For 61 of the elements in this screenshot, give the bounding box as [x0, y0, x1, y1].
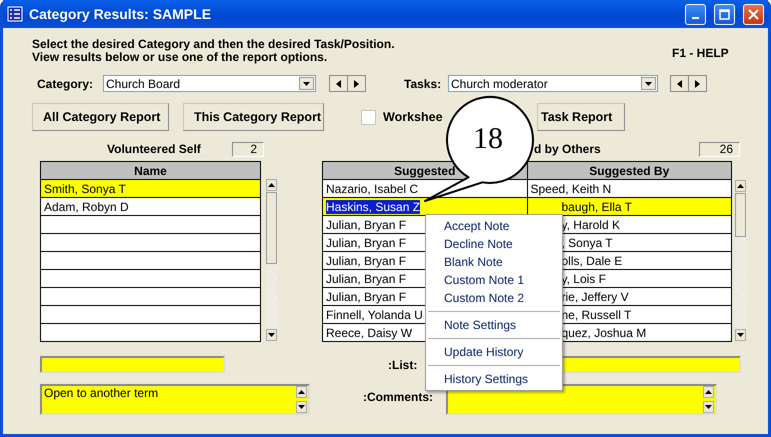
volunteered-self-label: Volunteered Self — [107, 142, 202, 156]
column-header: Suggested By — [527, 162, 732, 180]
comments-label: :Comments: — [363, 390, 434, 404]
list-field[interactable] — [40, 356, 225, 373]
report-button[interactable]: All Category Report — [32, 103, 169, 131]
category-dropdown[interactable]: Church Board — [103, 75, 316, 92]
close-button[interactable] — [743, 4, 764, 24]
scroll-up-button[interactable] — [703, 386, 714, 398]
scrollbar-thumb[interactable] — [735, 193, 746, 237]
table-cell[interactable]: Speed, Keith N — [527, 180, 732, 198]
scroll-down-button[interactable] — [296, 401, 307, 413]
down-arrow-icon — [737, 333, 744, 337]
instructions-text: Select the desired Category and then the desired Task/Position. View results below or use one of the report options. — [32, 38, 396, 64]
minimize-icon — [692, 17, 699, 19]
close-icon — [748, 8, 759, 20]
scroll-up-button[interactable] — [296, 386, 307, 398]
volunteered-count: 2 — [232, 142, 264, 156]
scroll-down-button[interactable] — [703, 401, 714, 413]
up-arrow-icon — [298, 390, 305, 394]
scroll-down-button[interactable] — [735, 329, 746, 341]
scroll-up-button[interactable] — [735, 180, 746, 192]
up-arrow-icon — [705, 390, 712, 394]
window-title: Category Results: SAMPLE — [29, 6, 212, 22]
comments-field[interactable]: Open to another term — [40, 384, 310, 415]
down-arrow-icon — [298, 405, 305, 409]
maximize-icon — [719, 8, 730, 20]
right-arrow-icon — [695, 80, 700, 88]
table-cell[interactable]: Adam, Robyn D — [40, 198, 260, 216]
menu-item[interactable]: Update History — [426, 343, 562, 361]
report-button[interactable]: This Category Report — [183, 103, 324, 131]
left-arrow-icon — [336, 80, 341, 88]
scrollbar-thumb[interactable] — [266, 192, 277, 264]
table-cell[interactable]: baugh, Ella T — [527, 198, 732, 216]
down-arrow-icon — [705, 405, 712, 409]
worksheet-checkbox[interactable] — [361, 110, 376, 124]
up-arrow-icon — [737, 184, 744, 188]
scroll-down-button[interactable] — [266, 329, 277, 341]
task-report-button[interactable]: Task Report — [537, 103, 625, 131]
column-header: Name — [40, 162, 260, 180]
help-hint: F1 - HELP — [672, 46, 729, 60]
category-label: Category: — [37, 76, 94, 90]
suggested-by-others-label: d by Others — [534, 142, 602, 156]
minimize-button[interactable] — [685, 4, 706, 24]
left-arrow-icon — [677, 80, 682, 88]
worksheet-label: Workshee — [383, 110, 443, 124]
dropdown-arrow-icon — [645, 82, 652, 86]
right-arrow-icon — [354, 80, 359, 88]
comments-value-field[interactable] — [446, 384, 717, 415]
list-label: :List: — [388, 358, 418, 372]
scroll-up-button[interactable] — [266, 179, 277, 191]
tasks-dropdown[interactable]: Church moderator — [448, 75, 658, 92]
tasks-label: Tasks: — [404, 76, 442, 90]
dropdown-arrow-icon — [303, 82, 310, 86]
up-arrow-icon — [268, 183, 275, 187]
menu-item[interactable]: History Settings — [426, 370, 562, 388]
table-cell[interactable]: Haskins, Susan Z — [322, 198, 527, 216]
table-cell[interactable]: Smith, Sonya T — [40, 180, 260, 198]
down-arrow-icon — [268, 333, 275, 337]
app-icon — [7, 6, 23, 22]
suggested-count: 26 — [699, 142, 740, 156]
maximize-button[interactable] — [714, 4, 735, 24]
